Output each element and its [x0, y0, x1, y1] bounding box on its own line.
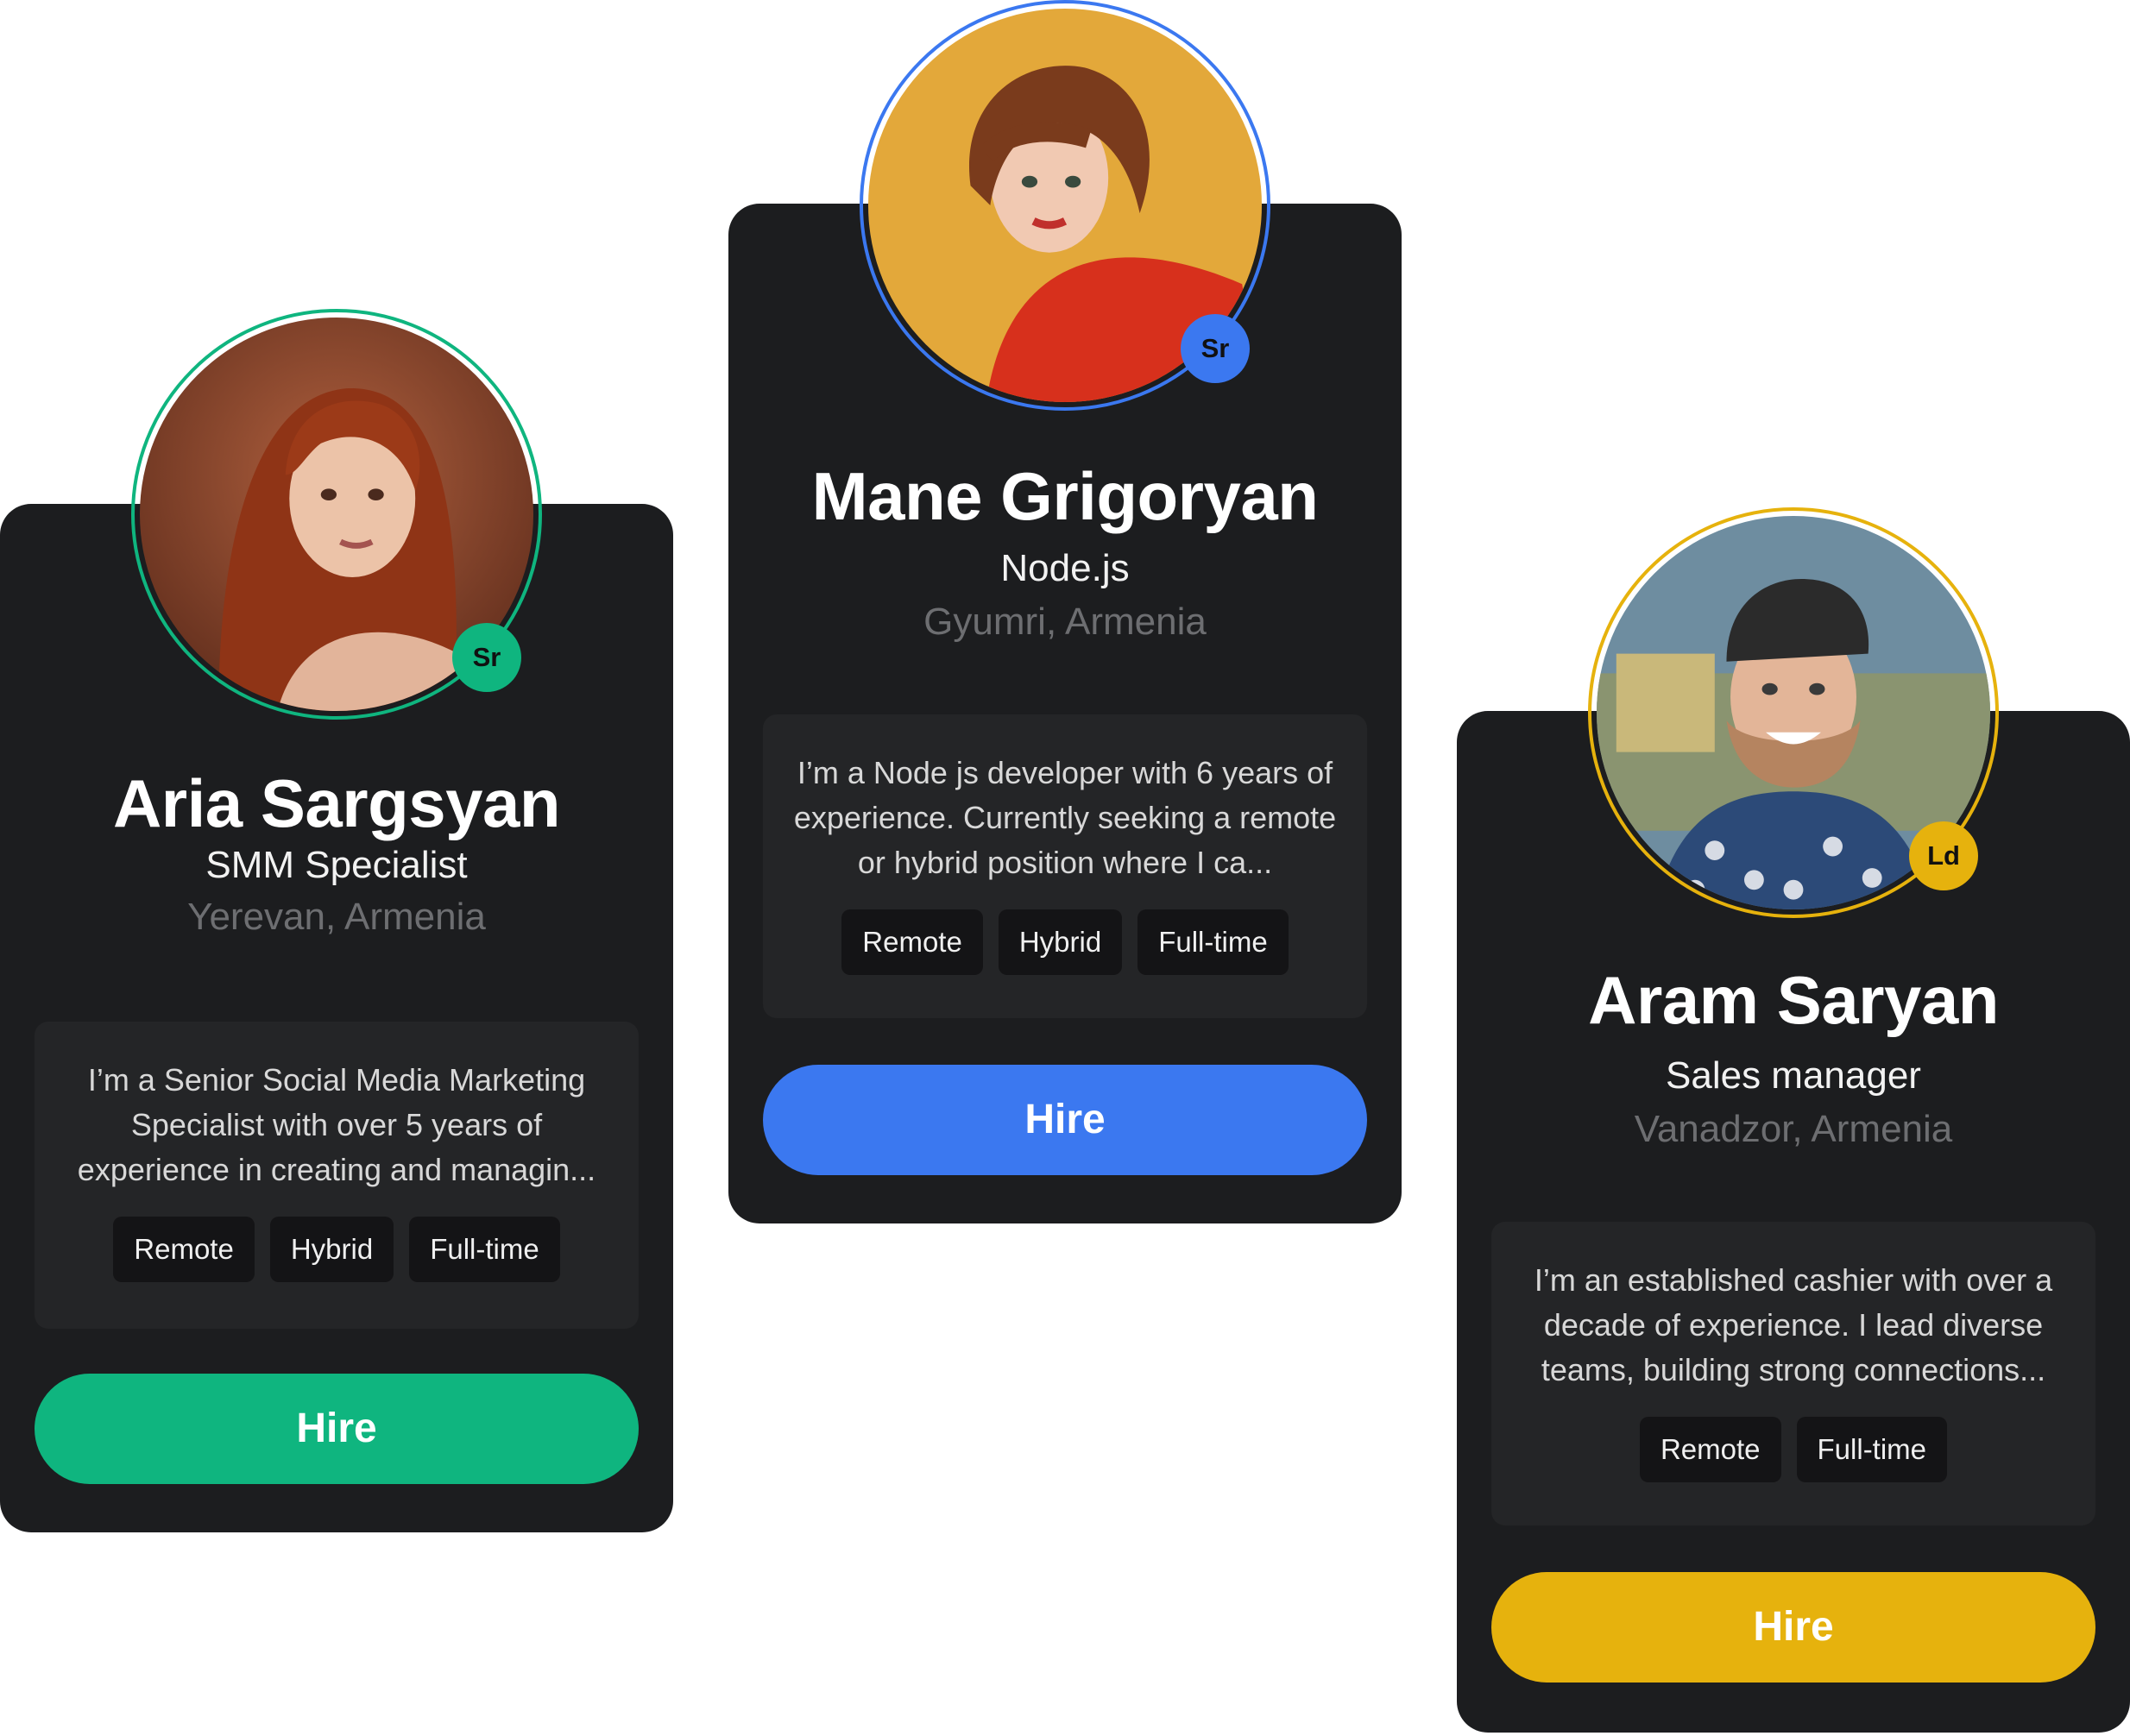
candidate-role: Node.js — [1000, 547, 1130, 589]
hire-button[interactable]: Hire — [35, 1374, 639, 1484]
profile-card-mane: Sr Mane Grigoryan Node.js Gyumri, Armeni… — [728, 0, 1402, 1223]
tag-list: Remote Hybrid Full-time — [792, 909, 1338, 975]
candidate-role: SMM Specialist — [205, 844, 468, 886]
profile-card-aram: Ld Aram Saryan Sales manager Vanadzor, A… — [1457, 507, 2130, 1733]
tag-hybrid: Hybrid — [269, 1217, 394, 1282]
candidate-name: Mane Grigoryan — [811, 458, 1319, 534]
avatar-ring: Sr — [131, 309, 542, 720]
candidate-bio: I’m a Senior Social Media Marketing Spec… — [77, 1062, 596, 1187]
tag-remote: Remote — [113, 1217, 255, 1282]
hire-button[interactable]: Hire — [763, 1065, 1367, 1175]
profile-card-aria: Sr Aria Sargsyan SMM Specialist Yerevan,… — [0, 309, 673, 1532]
candidate-role: Sales manager — [1666, 1054, 1921, 1097]
level-badge: Sr — [452, 623, 521, 692]
candidate-bio: I’m an established cashier with over a d… — [1534, 1262, 2053, 1387]
candidate-location: Gyumri, Armenia — [923, 601, 1207, 643]
candidate-name: Aria Sargsyan — [112, 765, 561, 841]
tag-remote: Remote — [1639, 1417, 1781, 1482]
candidate-location: Yerevan, Armenia — [187, 896, 486, 938]
level-badge: Ld — [1909, 821, 1978, 890]
candidate-bio: I’m a Node js developer with 6 years of … — [793, 755, 1337, 880]
hire-button[interactable]: Hire — [1491, 1572, 2095, 1683]
tag-full-time: Full-time — [1137, 909, 1289, 975]
avatar-ring: Ld — [1588, 507, 1999, 918]
candidate-location: Vanadzor, Armenia — [1634, 1108, 1953, 1150]
bio-box: I’m an established cashier with over a d… — [1491, 1222, 2095, 1525]
tag-full-time: Full-time — [409, 1217, 560, 1282]
tag-remote: Remote — [841, 909, 983, 975]
tag-list: Remote Hybrid Full-time — [64, 1217, 609, 1282]
tag-full-time: Full-time — [1796, 1417, 1948, 1482]
tag-hybrid: Hybrid — [998, 909, 1123, 975]
candidate-name: Aram Saryan — [1588, 962, 1999, 1038]
bio-box: I’m a Node js developer with 6 years of … — [763, 714, 1367, 1018]
avatar-ring: Sr — [860, 0, 1270, 411]
tag-list: Remote Full-time — [1521, 1417, 2066, 1482]
level-badge: Sr — [1181, 314, 1250, 383]
bio-box: I’m a Senior Social Media Marketing Spec… — [35, 1022, 639, 1329]
